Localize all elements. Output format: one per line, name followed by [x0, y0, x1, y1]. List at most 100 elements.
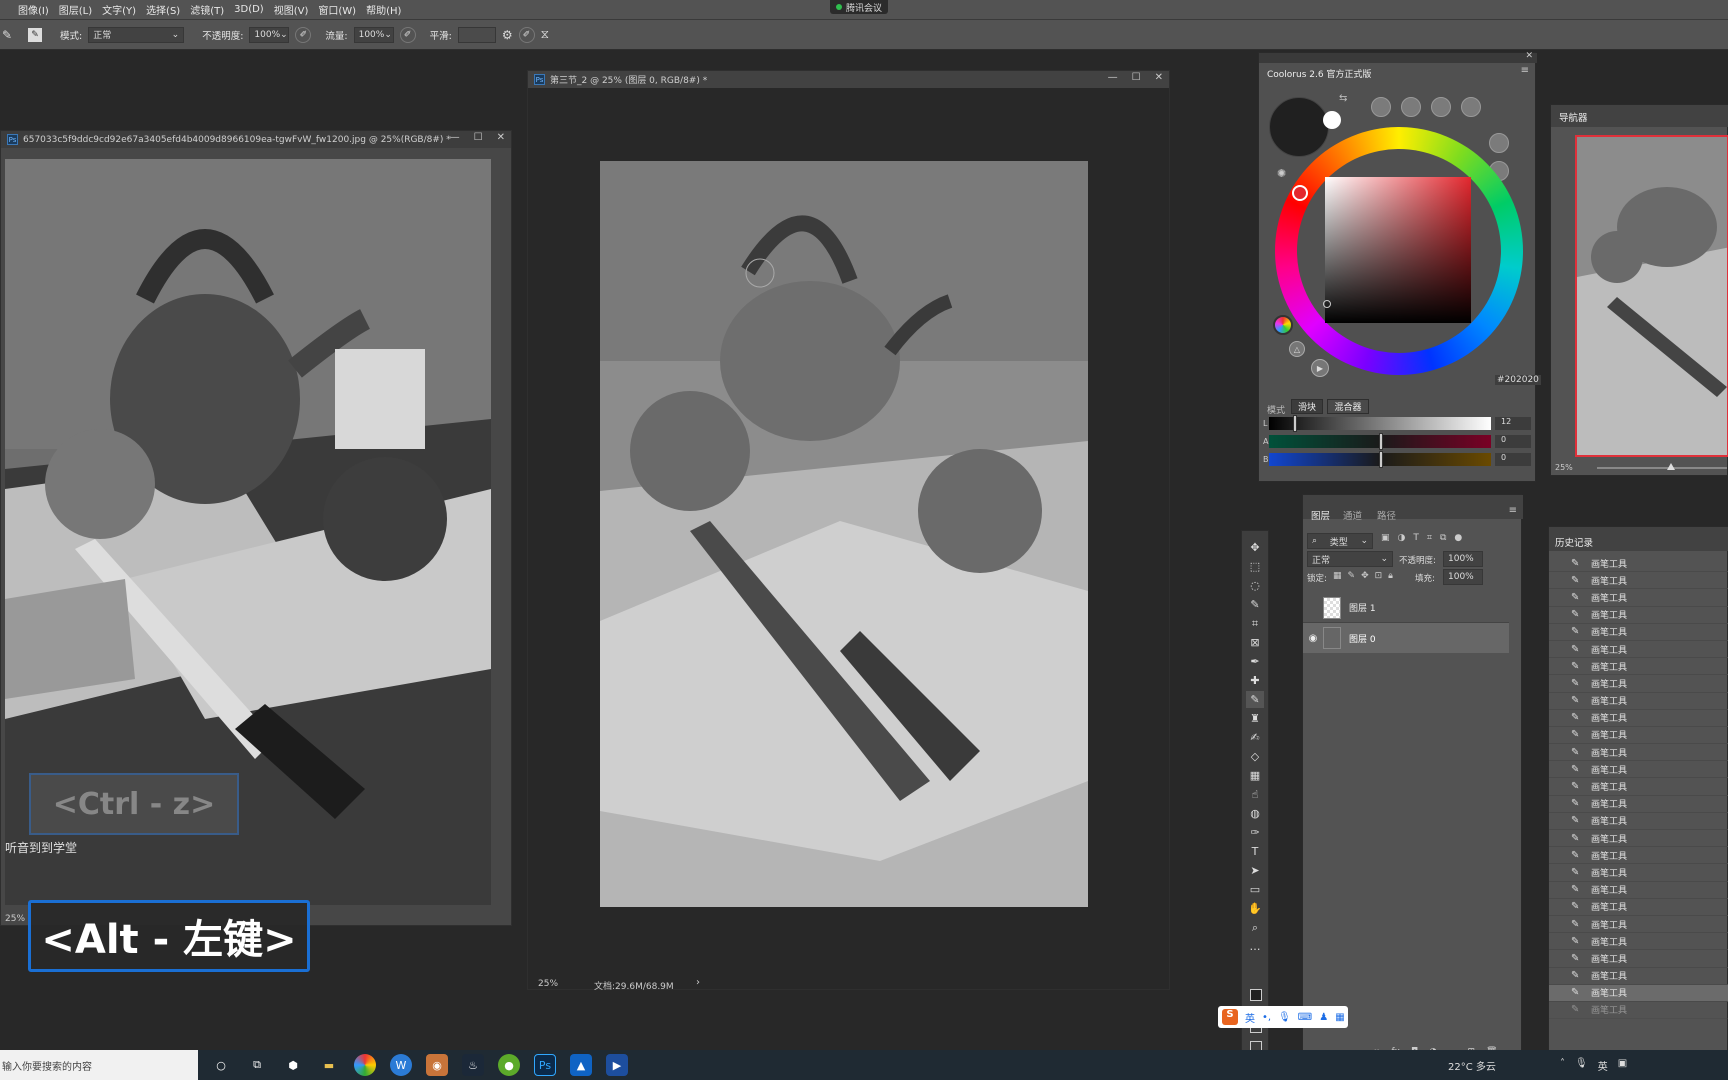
clone-stamp-icon[interactable]: ♜ — [1246, 710, 1264, 727]
minimize-icon[interactable]: — — [1108, 72, 1118, 83]
history-title[interactable]: 历史记录 — [1555, 535, 1593, 549]
punctuation-icon[interactable]: •, — [1262, 1012, 1271, 1023]
tab-mixer[interactable]: 混合器 — [1327, 399, 1369, 414]
rectangle-icon[interactable]: ▭ — [1246, 881, 1264, 898]
history-row[interactable]: ✎ 画笔工具 — [1549, 710, 1728, 727]
history-row[interactable]: ✎ 画笔工具 — [1549, 744, 1728, 762]
move-icon[interactable]: ✥ — [1246, 539, 1264, 556]
lock-pixels-icon[interactable]: ✎ — [1348, 571, 1356, 581]
menu-item[interactable]: 图层(L) — [59, 2, 92, 17]
tab-paths[interactable]: 路径 — [1377, 508, 1396, 522]
history-row[interactable]: ✎ 画笔工具 — [1549, 984, 1728, 1002]
crop-icon[interactable]: ⌗ — [1246, 615, 1264, 632]
navigator-preview[interactable] — [1575, 135, 1728, 457]
history-row[interactable]: ✎ 画笔工具 — [1549, 555, 1728, 573]
brush-tool-icon[interactable]: ✎ — [2, 28, 22, 42]
main-document-window[interactable]: Ps 第三节_2 @ 25% (图层 0, RGB/8#) * — ☐ ✕ 25% … — [527, 70, 1170, 992]
tab-layers[interactable]: 图层 — [1311, 508, 1330, 522]
hex-value[interactable]: #202020 — [1495, 375, 1541, 385]
filter-type-icon[interactable]: T — [1413, 533, 1419, 543]
opacity-input[interactable]: 100% ⌄ — [249, 26, 290, 43]
history-row[interactable]: ✎ 画笔工具 — [1549, 882, 1728, 899]
saturation-value-square[interactable] — [1325, 177, 1471, 323]
layer-opacity-input[interactable]: 100% — [1443, 551, 1483, 567]
navigator-title[interactable]: 导航器 — [1559, 110, 1588, 124]
reference-document-window[interactable]: Ps 657033c5f9ddc9cd92e67a3405efd4b4009d8… — [0, 130, 512, 926]
history-row[interactable]: ✎ 画笔工具 — [1549, 761, 1728, 779]
healing-brush-icon[interactable]: ✚ — [1246, 672, 1264, 689]
smoothing-input[interactable] — [457, 26, 496, 43]
filter-pixel-icon[interactable]: ▣ — [1381, 533, 1390, 543]
chevron-up-icon[interactable]: ˄ — [1560, 1058, 1565, 1073]
maximize-icon[interactable]: ☐ — [474, 132, 483, 143]
tab-channels[interactable]: 通道 — [1343, 508, 1362, 522]
layer-row[interactable]: 图层 1 — [1303, 593, 1509, 623]
gamut-preset-icon[interactable] — [1401, 97, 1421, 117]
menu-item[interactable]: 文字(Y) — [102, 2, 136, 17]
meeting-taskbar-icon[interactable]: ▶ — [606, 1054, 628, 1076]
menu-item[interactable]: 窗口(W) — [318, 2, 356, 17]
pen-icon[interactable]: ✑ — [1246, 824, 1264, 841]
layer-filter-select[interactable]: ⌕ 类型 ⌄ — [1307, 533, 1373, 549]
browser-icon[interactable]: W — [390, 1054, 412, 1076]
filter-smart-icon[interactable]: ⧉ — [1440, 533, 1446, 543]
history-row[interactable]: ✎ 画笔工具 — [1549, 572, 1728, 590]
panel-menu-icon[interactable]: ≡ — [1521, 65, 1529, 76]
slider-value-l[interactable]: 12 — [1495, 417, 1531, 430]
gamut-preset-icon[interactable] — [1371, 97, 1391, 117]
pressure-opacity-icon[interactable]: ✐ — [295, 26, 312, 43]
path-select-icon[interactable]: ➤ — [1246, 862, 1264, 879]
brush-settings-icon[interactable]: ✎ — [28, 27, 42, 42]
play-icon[interactable]: ▶ — [1311, 359, 1329, 377]
meeting-indicator[interactable]: 腾讯会议 — [830, 0, 889, 14]
triangle-mode-icon[interactable]: △ — [1289, 341, 1305, 357]
filter-shape-icon[interactable]: ⌗ — [1427, 533, 1432, 543]
lock-artboard-icon[interactable]: ⊡ — [1375, 571, 1383, 581]
painting-canvas[interactable] — [600, 161, 1088, 907]
app-icon[interactable]: ⬢ — [282, 1054, 304, 1076]
lightness-slider[interactable] — [1269, 415, 1491, 432]
weather-status[interactable]: 22°C 多云 — [1448, 1058, 1496, 1073]
menu-item[interactable]: 图像(I) — [18, 2, 49, 17]
layer-blend-mode-select[interactable]: 正常 ⌄ — [1307, 551, 1393, 567]
menu-item[interactable]: 选择(S) — [146, 2, 180, 17]
history-row[interactable]: ✎ 画笔工具 — [1549, 624, 1728, 641]
quick-select-icon[interactable]: ✎ — [1246, 596, 1264, 613]
history-row[interactable]: ✎ 画笔工具 — [1549, 950, 1728, 968]
ime-language[interactable]: 英 — [1245, 1010, 1255, 1025]
eye-icon[interactable]: ◉ — [1303, 633, 1323, 644]
photoshop-taskbar-icon[interactable]: Ps — [534, 1054, 556, 1076]
lock-transparency-icon[interactable]: ▦ — [1333, 571, 1342, 581]
menu-item[interactable]: 滤镜(T) — [190, 2, 224, 17]
foreground-color-swatch[interactable] — [1250, 989, 1262, 1001]
history-row[interactable]: ✎ 画笔工具 — [1549, 675, 1728, 693]
lock-all-icon[interactable]: 🔒︎ — [1388, 571, 1393, 581]
microphone-icon[interactable]: 🎙︎ — [1575, 1058, 1588, 1073]
history-row[interactable]: ✎ 画笔工具 — [1549, 899, 1728, 916]
history-row[interactable]: ✎ 画笔工具 — [1549, 658, 1728, 676]
close-icon[interactable]: ✕ — [497, 132, 505, 143]
history-row[interactable]: ✎ 画笔工具 — [1549, 693, 1728, 710]
color-picker-handle[interactable] — [1323, 300, 1331, 308]
minimize-icon[interactable]: — — [450, 132, 460, 143]
eyedropper-icon[interactable]: ✒ — [1246, 653, 1264, 670]
tab-slider[interactable]: 滑块 — [1291, 399, 1323, 414]
layer-row-selected[interactable]: ◉ 图层 0 — [1303, 623, 1509, 653]
history-row[interactable]: ✎ 画笔工具 — [1549, 933, 1728, 951]
chrome-icon[interactable] — [354, 1054, 376, 1076]
mode-select[interactable]: 正常 ⌄ — [88, 26, 185, 43]
b-slider[interactable] — [1269, 451, 1491, 468]
lasso-icon[interactable]: ◌ — [1246, 577, 1264, 594]
app-icon[interactable]: ● — [498, 1054, 520, 1076]
keyboard-icon[interactable]: ⌨ — [1298, 1012, 1312, 1023]
gradient-icon[interactable]: ▦ — [1246, 767, 1264, 784]
eraser-icon[interactable]: ◇ — [1246, 748, 1264, 765]
current-color-swatch[interactable] — [1269, 97, 1329, 157]
notification-icon[interactable]: ▣ — [1618, 1058, 1627, 1073]
fill-input[interactable]: 100% — [1443, 569, 1483, 585]
close-icon[interactable]: ✕ — [1155, 72, 1163, 83]
photos-icon[interactable]: ▲ — [570, 1054, 592, 1076]
pressure-size-icon[interactable]: ✐ — [518, 26, 535, 43]
task-view-icon[interactable]: ⧉ — [246, 1054, 268, 1076]
dodge-icon[interactable]: ◍ — [1246, 805, 1264, 822]
